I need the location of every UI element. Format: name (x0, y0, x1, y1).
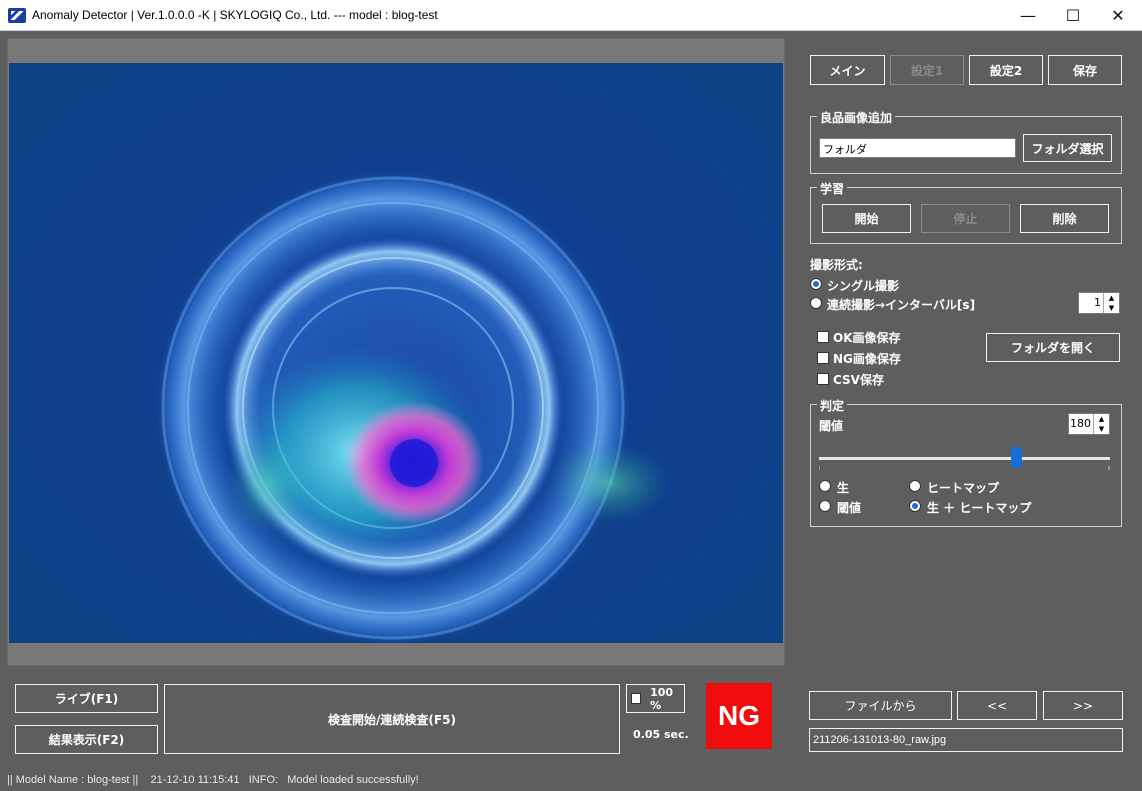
ok-save-label: OK画像保存 (833, 331, 901, 345)
tab-main[interactable]: メイン (810, 55, 885, 85)
view-threshold-radio[interactable] (819, 500, 831, 512)
status-bar: || Model Name : blog-test || 21-12-10 11… (7, 774, 419, 786)
view-heatmap-radio[interactable] (909, 480, 921, 492)
threshold-label: 閾値 (819, 419, 844, 433)
slider-ticks (819, 466, 1110, 470)
zoom-label: 100 % (650, 685, 674, 712)
next-image-button[interactable]: >> (1043, 691, 1123, 720)
judgement-legend: 判定 (817, 397, 848, 414)
from-file-button[interactable]: ファイルから (809, 691, 952, 720)
view-raw-heatmap-radio[interactable] (909, 500, 921, 512)
view-raw-label: 生 (837, 481, 850, 495)
continuous-capture-radio[interactable] (810, 297, 822, 309)
ng-save-checkbox[interactable] (817, 352, 829, 364)
tab-settings1[interactable]: 設定1 (890, 55, 964, 85)
zoom-checkbox[interactable] (631, 693, 642, 704)
prev-image-button[interactable]: << (957, 691, 1037, 720)
learning-legend: 学習 (817, 180, 848, 197)
inspection-image (9, 63, 783, 643)
current-filename: 211206-131013-80_raw.jpg (809, 728, 1123, 752)
folder-path-input[interactable]: フォルダ (819, 138, 1016, 158)
learn-delete-button[interactable]: 削除 (1020, 204, 1109, 233)
zoom-toggle[interactable]: 100 % (626, 684, 685, 713)
app-logo-icon (8, 8, 26, 23)
title-bar: Anomaly Detector | Ver.1.0.0.0 -K | SKYL… (0, 0, 1142, 31)
threshold-slider-thumb[interactable] (1011, 447, 1023, 468)
single-capture-label: シングル撮影 (827, 279, 900, 293)
tab-settings2[interactable]: 設定2 (969, 55, 1043, 85)
result-display-button[interactable]: 結果表示(F2) (15, 725, 158, 754)
view-raw-radio[interactable] (819, 480, 831, 492)
interval-stepper[interactable]: 1 ▲ ▼ (1078, 292, 1120, 314)
window-title: Anomaly Detector | Ver.1.0.0.0 -K | SKYL… (32, 8, 438, 22)
ng-save-label: NG画像保存 (833, 352, 901, 366)
view-heatmap-label: ヒートマップ (927, 481, 1000, 495)
spin-down-icon[interactable]: ▼ (1094, 424, 1109, 434)
interval-value: 1 (1094, 296, 1101, 309)
live-button[interactable]: ライブ(F1) (15, 684, 158, 713)
spin-up-icon[interactable]: ▲ (1094, 414, 1109, 424)
continuous-capture-label: 連続撮影→インターバル[s] (827, 298, 976, 312)
threshold-stepper[interactable]: 180 ▲ ▼ (1068, 413, 1110, 435)
ok-save-checkbox[interactable] (817, 331, 829, 343)
save-button[interactable]: 保存 (1048, 55, 1122, 85)
learn-stop-button[interactable]: 停止 (921, 204, 1010, 233)
bottle-cap-heatmap-image (155, 170, 669, 643)
threshold-value: 180 (1070, 417, 1091, 430)
good-image-legend: 良品画像追加 (817, 109, 896, 126)
inference-time: 0.05 sec. (633, 728, 689, 741)
maximize-button[interactable]: ☐ (1050, 0, 1096, 31)
image-viewer (7, 38, 785, 666)
capture-mode-label: 撮影形式: (810, 258, 863, 272)
threshold-slider-track[interactable] (819, 457, 1110, 460)
csv-save-label: CSV保存 (833, 373, 884, 387)
close-button[interactable]: ✕ (1095, 0, 1141, 31)
verdict-badge: NG (706, 683, 772, 749)
csv-save-checkbox[interactable] (817, 373, 829, 385)
spin-up-icon[interactable]: ▲ (1104, 293, 1119, 303)
single-capture-radio[interactable] (810, 278, 822, 290)
inspect-button[interactable]: 検査開始/連続検査(F5) (164, 684, 620, 754)
minimize-button[interactable]: — (1005, 0, 1051, 31)
view-raw-heatmap-label: 生 ＋ ヒートマップ (927, 501, 1032, 515)
folder-select-button[interactable]: フォルダ選択 (1023, 134, 1112, 162)
view-threshold-label: 閾値 (837, 501, 862, 515)
open-folder-button[interactable]: フォルダを開く (986, 333, 1120, 362)
learn-start-button[interactable]: 開始 (822, 204, 911, 233)
spin-down-icon[interactable]: ▼ (1104, 303, 1119, 313)
